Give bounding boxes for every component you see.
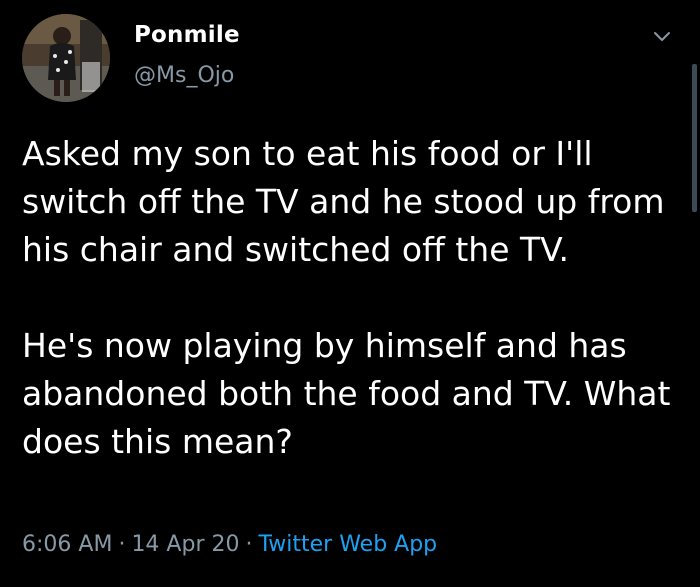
tweet-source-link[interactable]: Twitter Web App — [258, 532, 437, 557]
separator: · — [245, 532, 253, 557]
tweet-date[interactable]: 14 Apr 20 — [131, 532, 239, 557]
user-handle[interactable]: @Ms_Ojo — [134, 63, 234, 88]
avatar[interactable] — [22, 14, 110, 102]
avatar-photo — [22, 14, 110, 102]
tweet-paragraph: He's now playing by himself and has aban… — [22, 326, 671, 461]
scrollbar[interactable] — [692, 64, 697, 212]
tweet-meta: 6:06 AM · 14 Apr 20 · Twitter Web App — [22, 532, 437, 557]
display-name[interactable]: Ponmile — [134, 22, 240, 48]
chevron-down-icon[interactable] — [650, 24, 674, 48]
separator: · — [118, 532, 126, 557]
tweet-text: Asked my son to eat his food or I'll swi… — [22, 130, 682, 466]
tweet-paragraph: Asked my son to eat his food or I'll swi… — [22, 134, 665, 269]
tweet-time[interactable]: 6:06 AM — [22, 532, 112, 557]
tweet-card: Ponmile @Ms_Ojo Asked my son to eat his … — [0, 0, 700, 587]
